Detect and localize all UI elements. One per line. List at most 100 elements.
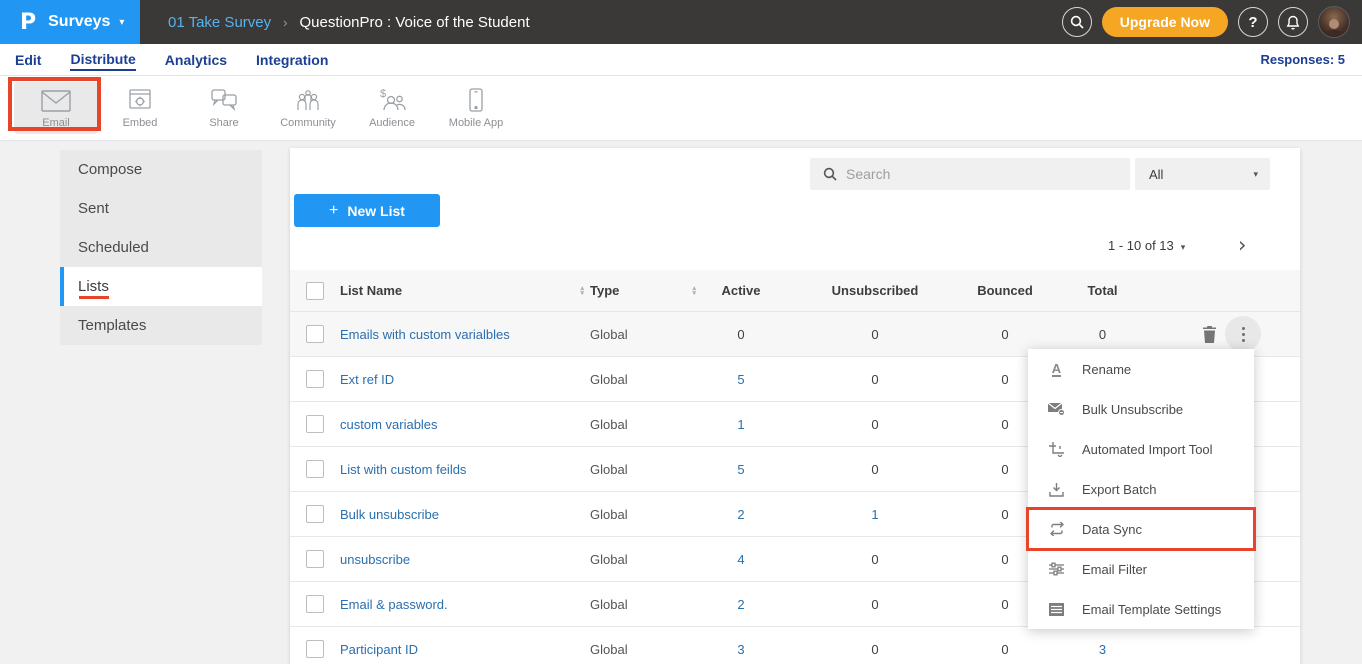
tab-distribute[interactable]: Distribute	[70, 49, 135, 71]
unsubscribed-count[interactable]: 0	[780, 372, 970, 387]
notifications-bell-icon[interactable]	[1278, 7, 1308, 37]
channel-community[interactable]: Community	[266, 82, 350, 134]
menu-item-email-template-settings[interactable]: Email Template Settings	[1028, 589, 1254, 629]
help-button[interactable]: ?	[1238, 7, 1268, 37]
sidebar-item-sent[interactable]: Sent	[60, 189, 262, 228]
chevron-down-icon: ▾	[1181, 242, 1186, 252]
unsubscribed-count[interactable]: 0	[780, 642, 970, 657]
unsubscribed-count[interactable]: 1	[780, 507, 970, 522]
list-type: Global	[590, 327, 702, 342]
pagination-range-dropdown[interactable]: 1 - 10 of 13▾	[1108, 238, 1185, 253]
active-count[interactable]: 1	[702, 417, 780, 432]
menu-item-data-sync[interactable]: Data Sync	[1028, 509, 1254, 549]
chevron-down-icon: ▾	[119, 17, 124, 28]
unsubscribed-count[interactable]: 0	[780, 552, 970, 567]
pagination-next-button[interactable]: ›	[1238, 233, 1246, 257]
list-name-link[interactable]: Email & password.	[340, 597, 448, 612]
row-kebab-menu-button[interactable]	[1225, 316, 1261, 352]
channel-mobile-app[interactable]: Mobile App	[434, 82, 518, 134]
channel-label: Embed	[123, 117, 158, 129]
channel-audience[interactable]: $ Audience	[350, 82, 434, 134]
community-icon	[295, 88, 321, 112]
active-count[interactable]: 0	[702, 327, 780, 342]
active-count[interactable]: 4	[702, 552, 780, 567]
row-checkbox[interactable]	[306, 640, 324, 658]
total-count[interactable]: 3	[1040, 642, 1165, 657]
upgrade-now-button[interactable]: Upgrade Now	[1102, 7, 1228, 37]
tab-edit[interactable]: Edit	[15, 50, 41, 70]
bounced-count[interactable]: 0	[970, 327, 1040, 342]
responses-count[interactable]: Responses: 5	[1260, 52, 1345, 67]
total-count[interactable]: 0	[1040, 327, 1165, 342]
row-checkbox[interactable]	[306, 415, 324, 433]
channel-label: Audience	[369, 117, 415, 129]
select-all-checkbox[interactable]	[306, 282, 324, 300]
row-checkbox[interactable]	[306, 370, 324, 388]
data-sync-icon	[1048, 522, 1065, 536]
chevron-down-icon: ▾	[1253, 169, 1258, 180]
unsubscribed-count[interactable]: 0	[780, 327, 970, 342]
menu-item-label: Email Filter	[1082, 562, 1147, 577]
row-checkbox[interactable]	[306, 595, 324, 613]
svg-text:$: $	[380, 88, 386, 100]
sidebar-item-compose[interactable]: Compose	[60, 150, 262, 189]
unsubscribed-count[interactable]: 0	[780, 597, 970, 612]
delete-list-icon[interactable]	[1202, 326, 1217, 343]
active-count[interactable]: 3	[702, 642, 780, 657]
user-avatar[interactable]	[1318, 6, 1350, 38]
product-label: Surveys	[48, 13, 110, 31]
channel-embed[interactable]: Embed	[98, 82, 182, 134]
search-input[interactable]	[846, 166, 1130, 182]
export-batch-icon	[1048, 482, 1065, 497]
unsubscribed-count[interactable]: 0	[780, 417, 970, 432]
list-type: Global	[590, 642, 702, 657]
sort-icon[interactable]: ▴▾	[580, 286, 584, 296]
sidebar-item-templates[interactable]: Templates	[60, 306, 262, 345]
menu-item-email-filter[interactable]: Email Filter	[1028, 549, 1254, 589]
tab-integration[interactable]: Integration	[256, 50, 328, 70]
list-name-link[interactable]: custom variables	[340, 417, 438, 432]
tab-analytics[interactable]: Analytics	[165, 50, 227, 70]
sidebar-item-lists[interactable]: Lists	[60, 267, 262, 306]
active-count[interactable]: 5	[702, 462, 780, 477]
row-checkbox[interactable]	[306, 505, 324, 523]
page-title: QuestionPro : Voice of the Student	[299, 14, 529, 31]
row-checkbox[interactable]	[306, 460, 324, 478]
sidebar-item-label: Sent	[78, 200, 109, 217]
bulk-unsubscribe-icon	[1048, 402, 1065, 416]
sidebar-item-scheduled[interactable]: Scheduled	[60, 228, 262, 267]
mobile-app-icon	[468, 88, 484, 112]
menu-item-bulk-unsubscribe[interactable]: Bulk Unsubscribe	[1028, 389, 1254, 429]
list-name-link[interactable]: Ext ref ID	[340, 372, 394, 387]
active-count[interactable]: 2	[702, 507, 780, 522]
plus-icon: +	[329, 202, 338, 220]
filter-dropdown[interactable]: All ▾	[1135, 158, 1270, 190]
channel-share[interactable]: Share	[182, 82, 266, 134]
search-icon[interactable]	[1062, 7, 1092, 37]
list-name-link[interactable]: Emails with custom varialbles	[340, 327, 510, 342]
column-header-type[interactable]: Type▴▾	[590, 283, 702, 298]
list-name-link[interactable]: List with custom feilds	[340, 462, 466, 477]
active-count[interactable]: 5	[702, 372, 780, 387]
list-name-link[interactable]: unsubscribe	[340, 552, 410, 567]
channel-list: Email Embed Share Community	[0, 76, 1362, 134]
row-checkbox[interactable]	[306, 550, 324, 568]
new-list-button[interactable]: + New List	[294, 194, 440, 227]
menu-item-rename[interactable]: A Rename	[1028, 349, 1254, 389]
list-name-link[interactable]: Bulk unsubscribe	[340, 507, 439, 522]
bounced-count[interactable]: 0	[970, 642, 1040, 657]
menu-item-export-batch[interactable]: Export Batch	[1028, 469, 1254, 509]
active-count[interactable]: 2	[702, 597, 780, 612]
sort-icon[interactable]: ▴▾	[692, 286, 696, 296]
search-icon	[823, 167, 837, 181]
menu-item-automated-import-tool[interactable]: Automated Import Tool	[1028, 429, 1254, 469]
row-checkbox[interactable]	[306, 325, 324, 343]
channel-label: Share	[209, 117, 238, 129]
list-name-link[interactable]: Participant ID	[340, 642, 418, 657]
channel-email[interactable]: Email	[14, 82, 98, 134]
email-icon	[41, 88, 71, 112]
column-header-list-name[interactable]: List Name▴▾	[340, 283, 590, 298]
unsubscribed-count[interactable]: 0	[780, 462, 970, 477]
product-switcher[interactable]: P Surveys ▾	[0, 0, 140, 44]
breadcrumb-survey-link[interactable]: 01 Take Survey	[168, 14, 271, 31]
